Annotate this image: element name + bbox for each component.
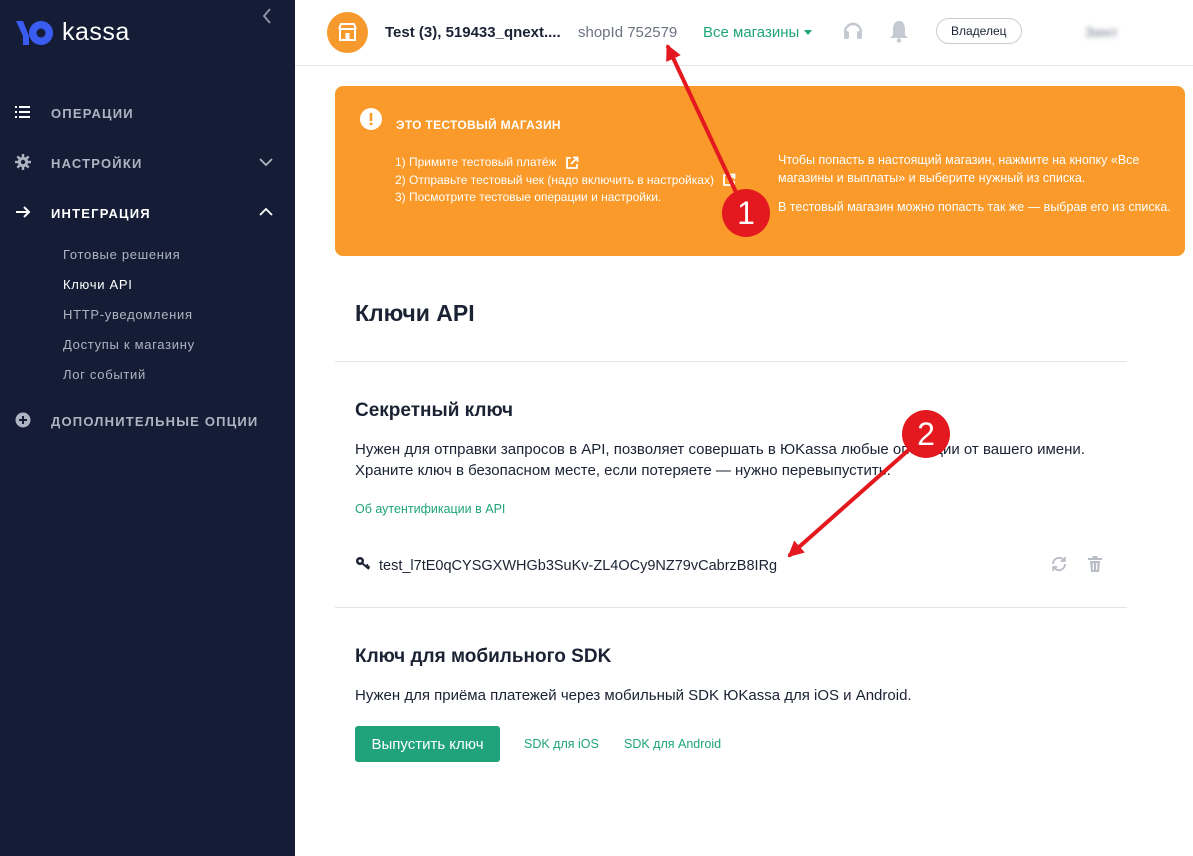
- banner-step: 1) Примите тестовый платёж: [395, 154, 736, 172]
- sidebar-item-label: Настройки: [51, 155, 143, 171]
- sidebar-subitem-ready-solutions[interactable]: Готовые решения: [0, 240, 295, 270]
- bell-icon[interactable]: [888, 19, 910, 43]
- headset-icon[interactable]: [841, 19, 865, 43]
- banner-info: Чтобы попасть в настоящий магазин, нажми…: [778, 152, 1178, 229]
- page-title: Ключи API: [355, 300, 475, 326]
- sidebar-subitem-shop-access[interactable]: Доступы к магазину: [0, 330, 295, 360]
- secret-key-title: Секретный ключ: [355, 400, 514, 421]
- gear-icon: [14, 153, 32, 171]
- sidebar-item-additional-options[interactable]: Дополнительные опции: [0, 396, 295, 446]
- all-shops-dropdown[interactable]: Все магазины: [703, 24, 813, 41]
- chevron-down-icon: [259, 155, 273, 169]
- issue-key-button[interactable]: Выпустить ключ: [355, 726, 500, 762]
- sidebar-item-label: Операции: [51, 105, 134, 121]
- shop-icon: [338, 23, 357, 41]
- caret-down-icon: [804, 29, 813, 35]
- exclamation-icon: [360, 108, 382, 130]
- shop-id: shopId 752579: [578, 24, 678, 41]
- integration-subnav: Готовые решения Ключи API HTTP-уведомлен…: [0, 238, 295, 396]
- sidebar-subitem-api-keys[interactable]: Ключи API: [0, 270, 295, 300]
- banner-info-text: Чтобы попасть в настоящий магазин, нажми…: [778, 153, 1140, 185]
- all-shops-label: Все магазины: [703, 24, 800, 41]
- sdk-android-link[interactable]: SDK для Android: [624, 737, 721, 751]
- list-icon: [14, 103, 32, 121]
- divider: [335, 607, 1127, 608]
- logo-mark-icon: [16, 20, 54, 46]
- logo-text: kassa: [62, 18, 130, 46]
- secret-desc-line: Храните ключ в безопасном месте, если по…: [355, 462, 891, 479]
- banner-step: 3) Посмотрите тестовые операции и настро…: [395, 189, 736, 207]
- sdk-key-title: Ключ для мобильного SDK: [355, 646, 612, 667]
- secret-key-value[interactable]: test_l7tE0qCYSGXWHGb3SuKv-ZL4OCy9NZ79vCa…: [379, 558, 777, 574]
- secret-key-description: Нужен для отправки запросов в API, позво…: [355, 439, 1085, 481]
- top-header: Test (3), 519433_qnext.... shopId 752579…: [295, 0, 1193, 66]
- banner-title: ЭТО ТЕСТОВЫЙ МАГАЗИН: [396, 118, 561, 132]
- plus-circle-icon: [14, 411, 32, 429]
- trash-icon[interactable]: [1087, 555, 1103, 573]
- arrow-right-icon: [14, 203, 32, 221]
- sidebar-item-settings[interactable]: Настройки: [0, 138, 295, 188]
- shop-name[interactable]: Test (3), 519433_qnext....: [385, 24, 561, 41]
- sidebar: kassa Операции: [0, 0, 295, 856]
- divider: [335, 361, 1127, 362]
- banner-step-text: 2) Отправьте тестовый чек (надо включить…: [395, 172, 714, 187]
- banner-step-text: 3) Посмотрите тестовые операции и настро…: [395, 190, 662, 204]
- key-icon: [355, 556, 371, 570]
- kassa-logo[interactable]: kassa: [16, 18, 130, 47]
- sdk-ios-link[interactable]: SDK для iOS: [524, 737, 599, 751]
- external-link-icon[interactable]: [565, 156, 579, 170]
- banner-info-text: В тестовый магазин можно попасть так же …: [778, 200, 1171, 214]
- chevron-up-icon: [259, 205, 273, 219]
- external-link-icon[interactable]: [722, 173, 736, 187]
- sidebar-item-operations[interactable]: Операции: [0, 88, 295, 138]
- annotation-badge-2: 2: [902, 410, 950, 458]
- sidebar-nav: Операции Настройки: [0, 88, 295, 446]
- user-name[interactable]: Зинт: [1085, 24, 1118, 40]
- banner-step: 2) Отправьте тестовый чек (надо включить…: [395, 172, 736, 190]
- role-badge[interactable]: Владелец: [936, 18, 1022, 44]
- shop-avatar[interactable]: [327, 12, 368, 53]
- annotation-badge-1: 1: [722, 189, 770, 237]
- sidebar-item-label: Интеграция: [51, 205, 151, 221]
- banner-step-text: 1) Примите тестовый платёж: [395, 155, 557, 169]
- sidebar-subitem-event-log[interactable]: Лог событий: [0, 360, 295, 390]
- sidebar-subitem-http-notifications[interactable]: HTTP-уведомления: [0, 300, 295, 330]
- sidebar-item-integration[interactable]: Интеграция: [0, 188, 295, 238]
- sidebar-item-label: Дополнительные опции: [51, 413, 259, 429]
- sdk-key-description: Нужен для приёма платежей через мобильны…: [355, 687, 912, 704]
- chevron-left-icon[interactable]: [259, 6, 275, 26]
- refresh-icon[interactable]: [1050, 555, 1068, 573]
- banner-steps: 1) Примите тестовый платёж 2) Отправьте …: [395, 154, 736, 207]
- secret-desc-line: Нужен для отправки запросов в API, позво…: [355, 441, 1085, 458]
- api-auth-link[interactable]: Об аутентификации в API: [355, 502, 505, 516]
